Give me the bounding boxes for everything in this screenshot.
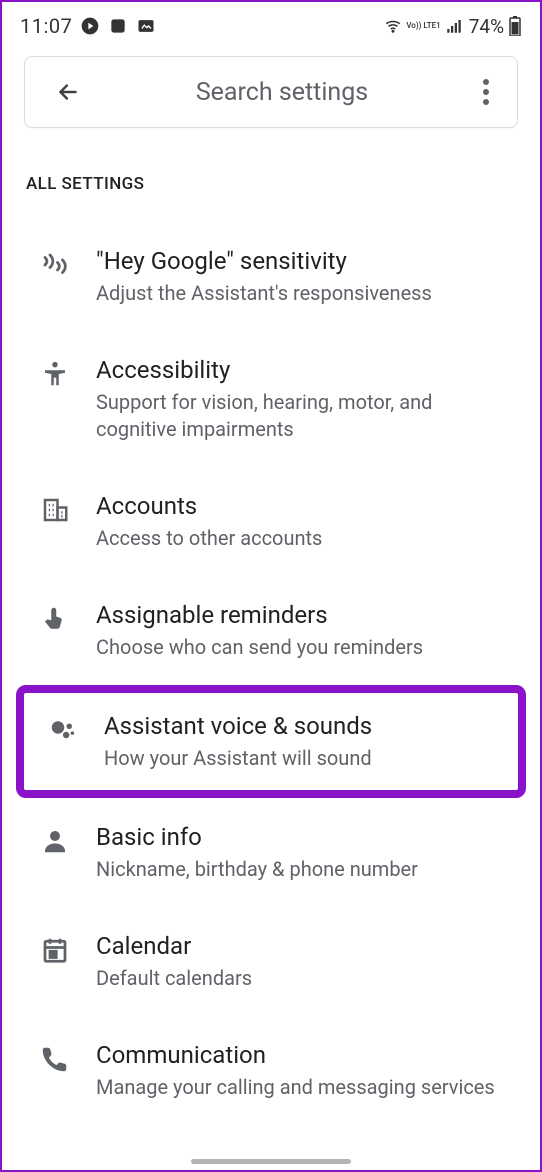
item-title: Accessibility xyxy=(96,355,516,385)
item-subtitle: Choose who can send you reminders xyxy=(96,634,516,661)
network-label: Vo)) LTE1 xyxy=(406,22,440,30)
play-icon xyxy=(80,16,100,36)
item-assistant-voice-sounds[interactable]: Assistant voice & sounds How your Assist… xyxy=(24,693,518,790)
search-bar[interactable]: Search settings xyxy=(24,56,518,128)
highlight-annotation: Assistant voice & sounds How your Assist… xyxy=(16,685,526,798)
item-basic-info[interactable]: Basic info Nickname, birthday & phone nu… xyxy=(2,798,540,907)
phone-icon xyxy=(40,1040,96,1074)
accessibility-icon xyxy=(40,355,96,389)
status-left: 11:07 xyxy=(20,14,156,38)
back-arrow-icon[interactable] xyxy=(55,79,81,105)
wifi-icon xyxy=(384,17,402,35)
item-title: Accounts xyxy=(96,491,516,521)
item-calendar[interactable]: Calendar Default calendars xyxy=(2,907,540,1016)
item-subtitle: Access to other accounts xyxy=(96,525,516,552)
calendar-icon xyxy=(40,931,96,965)
item-title: "Hey Google" sensitivity xyxy=(96,246,516,276)
item-title: Assistant voice & sounds xyxy=(104,711,494,741)
status-time: 11:07 xyxy=(20,14,72,38)
more-icon[interactable] xyxy=(483,79,489,105)
building-icon xyxy=(40,491,96,525)
item-subtitle: Nickname, birthday & phone number xyxy=(96,856,516,883)
item-subtitle: How your Assistant will sound xyxy=(104,745,494,772)
item-title: Communication xyxy=(96,1040,516,1070)
item-hey-google-sensitivity[interactable]: "Hey Google" sensitivity Adjust the Assi… xyxy=(2,222,540,331)
sound-wave-icon xyxy=(40,246,96,280)
status-right: Vo)) LTE1 74% xyxy=(384,15,522,38)
item-title: Basic info xyxy=(96,822,516,852)
signal-icon xyxy=(445,17,463,35)
item-accounts[interactable]: Accounts Access to other accounts xyxy=(2,467,540,576)
item-subtitle: Default calendars xyxy=(96,965,516,992)
status-bar: 11:07 Vo)) LTE1 74% xyxy=(2,2,540,46)
section-header: ALL SETTINGS xyxy=(26,174,516,194)
settings-list: "Hey Google" sensitivity Adjust the Assi… xyxy=(2,222,540,1125)
item-subtitle: Manage your calling and messaging servic… xyxy=(96,1074,516,1101)
person-icon xyxy=(40,822,96,856)
battery-icon xyxy=(508,16,522,36)
item-title: Calendar xyxy=(96,931,516,961)
assistant-icon xyxy=(48,711,104,745)
item-accessibility[interactable]: Accessibility Support for vision, hearin… xyxy=(2,331,540,467)
battery-percent: 74% xyxy=(469,15,504,38)
item-subtitle: Support for vision, hearing, motor, and … xyxy=(96,389,516,443)
app-icon xyxy=(108,16,128,36)
image-icon xyxy=(136,16,156,36)
touch-icon xyxy=(40,600,96,634)
item-assignable-reminders[interactable]: Assignable reminders Choose who can send… xyxy=(2,576,540,685)
item-title: Assignable reminders xyxy=(96,600,516,630)
home-indicator[interactable] xyxy=(191,1159,351,1164)
item-subtitle: Adjust the Assistant's responsiveness xyxy=(96,280,516,307)
search-input[interactable]: Search settings xyxy=(81,78,483,107)
item-communication[interactable]: Communication Manage your calling and me… xyxy=(2,1016,540,1125)
